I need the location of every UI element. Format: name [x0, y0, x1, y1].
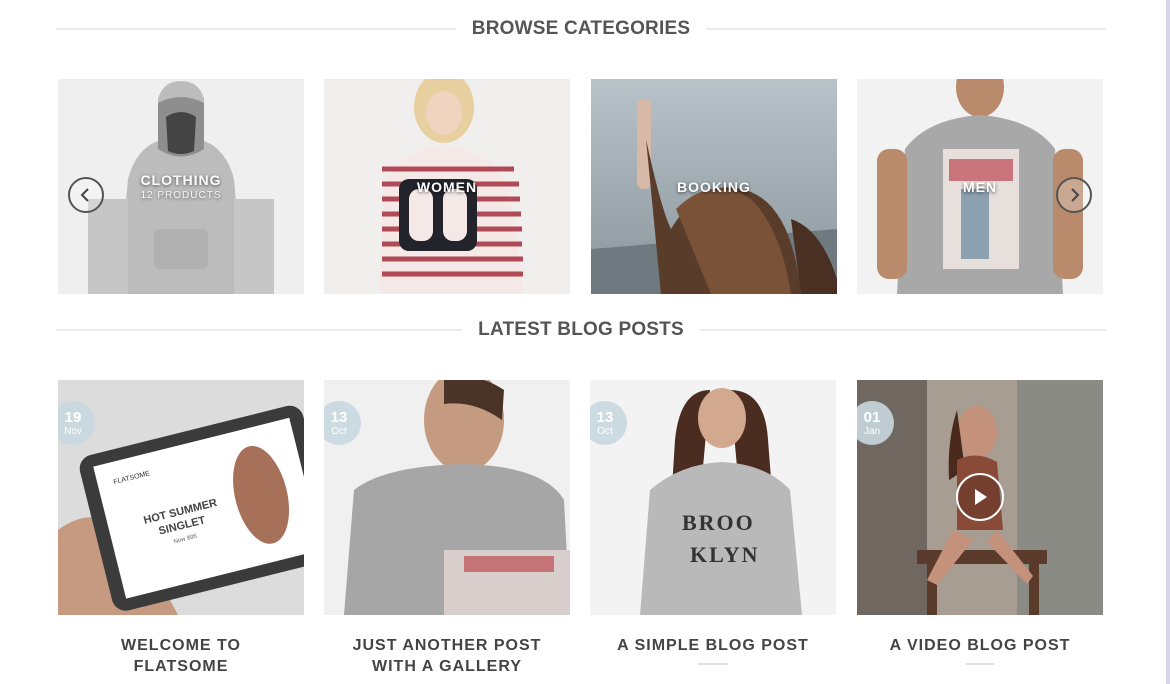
category-name: BOOKING: [677, 178, 751, 195]
blog-image[interactable]: 13 Oct: [324, 380, 570, 615]
blog-image[interactable]: 01 Jan: [857, 380, 1103, 615]
latest-blog-posts-header: LATEST BLOG POSTS: [56, 318, 1107, 342]
divider-line: [706, 28, 1106, 30]
blog-title[interactable]: WELCOME TO FLATSOME: [58, 635, 304, 677]
divider-line: [56, 329, 463, 331]
browse-categories-title: BROWSE CATEGORIES: [471, 18, 691, 39]
category-tile-booking[interactable]: BOOKING: [591, 79, 837, 294]
blog-title[interactable]: A SIMPLE BLOG POST: [590, 635, 836, 656]
date-day: 19: [64, 408, 82, 426]
blog-card[interactable]: FLATSOME HOT SUMMER SINGLET Now $95 19 N…: [58, 380, 304, 684]
blog-title[interactable]: A VIDEO BLOG POST: [857, 635, 1103, 656]
blog-image[interactable]: FLATSOME HOT SUMMER SINGLET Now $95 19 N…: [58, 380, 304, 615]
play-button[interactable]: [956, 473, 1004, 521]
tablet-image: FLATSOME HOT SUMMER SINGLET Now $95: [58, 380, 304, 615]
blog-image[interactable]: BROO KLYN 13 Oct: [590, 380, 836, 615]
browse-categories-header: BROWSE CATEGORIES: [56, 17, 1106, 41]
man-tshirt-image: [324, 380, 570, 615]
carousel-prev-button[interactable]: [68, 177, 104, 213]
divider-line: [699, 329, 1107, 331]
blog-card[interactable]: 13 Oct JUST ANOTHER POST WITH A GALLERY: [324, 380, 570, 684]
title-divider: [698, 663, 728, 665]
category-name: CLOTHING: [140, 172, 222, 188]
category-name: MEN: [962, 178, 998, 195]
category-carousel: CLOTHING 12 PRODUCTS WOMEN BOOKING MEN: [58, 79, 1104, 294]
latest-blog-posts-title: LATEST BLOG POSTS: [478, 319, 684, 340]
date-month: Jan: [863, 425, 881, 437]
page: BROWSE CATEGORIES CLOTHING 12 PRODUCTS W…: [0, 0, 1170, 684]
blog-card[interactable]: BROO KLYN 13 Oct A SIMPLE BLOG POST: [590, 380, 836, 665]
date-day: 13: [330, 408, 348, 426]
svg-text:BROO: BROO: [682, 510, 755, 535]
category-tile-women[interactable]: WOMEN: [324, 79, 570, 294]
category-name: WOMEN: [416, 178, 478, 195]
scrollbar-track[interactable]: [1166, 0, 1170, 684]
svg-text:KLYN: KLYN: [690, 542, 760, 567]
blog-carousel: FLATSOME HOT SUMMER SINGLET Now $95 19 N…: [58, 380, 1104, 684]
date-month: Nov: [64, 425, 82, 437]
category-count: 12 PRODUCTS: [140, 190, 222, 201]
chevron-left-icon: [80, 188, 89, 202]
title-divider: [965, 663, 995, 665]
category-overlay: BOOKING: [591, 79, 837, 294]
date-day: 13: [596, 408, 614, 426]
date-month: Oct: [597, 425, 613, 437]
divider-line: [56, 28, 456, 30]
date-day: 01: [863, 408, 881, 426]
blog-title[interactable]: JUST ANOTHER POST WITH A GALLERY: [324, 635, 570, 677]
play-icon: [975, 489, 987, 505]
blog-card[interactable]: 01 Jan A VIDEO BLOG POST: [857, 380, 1103, 665]
category-overlay: WOMEN: [324, 79, 570, 294]
chevron-right-icon: [1071, 188, 1080, 202]
woman-brooklyn-image: BROO KLYN: [590, 380, 836, 615]
carousel-next-button[interactable]: [1056, 177, 1092, 213]
date-month: Oct: [331, 425, 347, 437]
